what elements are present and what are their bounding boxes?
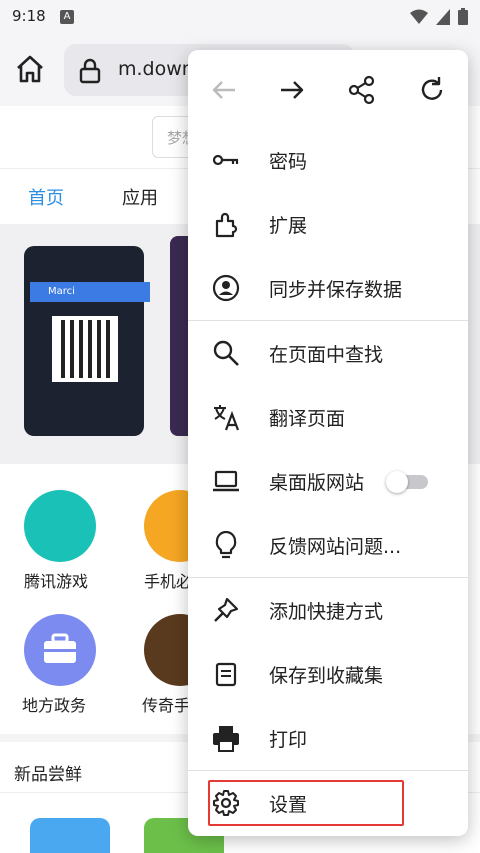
menu-label: 桌面版网站 — [269, 472, 365, 494]
menu-label: 保存到收藏集 — [269, 665, 384, 687]
pin-icon — [214, 597, 239, 622]
browser-menu: 密码 扩展 同步并保存数据 在页面中查找 翻译页面 桌面版网站 反馈网站问题..… — [188, 50, 468, 836]
menu-item-add-shortcut[interactable]: 添加快捷方式 — [188, 578, 468, 642]
menu-nav-row — [188, 50, 468, 130]
new-app-icon-1[interactable] — [30, 818, 110, 853]
home-button[interactable] — [14, 54, 50, 86]
status-time: 9:18 — [12, 7, 46, 25]
menu-label: 在页面中查找 — [269, 344, 384, 366]
app-label-local-government: 地方政务 — [22, 696, 87, 715]
laptop-icon — [213, 470, 239, 492]
lock-icon — [79, 58, 101, 84]
menu-item-desktop-site[interactable]: 桌面版网站 — [188, 449, 468, 513]
search-icon — [213, 340, 239, 366]
banner-phone-image: Marci — [24, 246, 150, 436]
menu-item-sync[interactable]: 同步并保存数据 — [188, 256, 468, 320]
menu-label: 添加快捷方式 — [269, 601, 384, 623]
battery-icon — [458, 8, 468, 25]
banner-name: Marci — [30, 282, 150, 302]
menu-item-find-in-page[interactable]: 在页面中查找 — [188, 321, 468, 385]
desktop-site-toggle[interactable] — [386, 471, 428, 493]
forward-icon[interactable] — [276, 74, 308, 106]
key-icon — [212, 154, 239, 166]
menu-label: 同步并保存数据 — [269, 279, 403, 301]
puzzle-icon — [215, 212, 238, 238]
menu-item-save-to-collection[interactable]: 保存到收藏集 — [188, 642, 468, 706]
menu-label: 打印 — [269, 729, 308, 751]
menu-label: 翻译页面 — [269, 408, 346, 430]
refresh-icon[interactable] — [416, 74, 448, 106]
menu-item-print[interactable]: 打印 — [188, 706, 468, 770]
menu-item-extensions[interactable]: 扩展 — [188, 192, 468, 256]
qr-code-image — [52, 316, 118, 382]
url-text: m.down — [118, 58, 194, 80]
briefcase-app-icon[interactable] — [24, 614, 96, 686]
back-icon[interactable] — [208, 74, 240, 106]
tab-home[interactable]: 首页 — [28, 184, 64, 210]
menu-label: 反馈网站问题... — [269, 536, 402, 558]
tencent-games-app-icon[interactable] — [24, 490, 96, 562]
wifi-icon — [410, 9, 428, 24]
menu-item-passwords[interactable]: 密码 — [188, 128, 468, 192]
home-icon — [17, 55, 43, 83]
briefcase-icon — [44, 633, 76, 663]
app-label-tencent-games: 腾讯游戏 — [24, 572, 89, 591]
collection-icon — [215, 662, 237, 687]
notification-icon: A — [60, 10, 74, 24]
share-icon[interactable] — [346, 74, 378, 106]
lightbulb-icon — [215, 531, 237, 559]
status-bar: 9:18 A — [0, 0, 480, 34]
translate-icon — [214, 405, 240, 431]
menu-item-translate[interactable]: 翻译页面 — [188, 385, 468, 449]
app-label-legend-game: 传奇手 — [142, 696, 191, 715]
menu-item-report-site-issue[interactable]: 反馈网站问题... — [188, 513, 468, 577]
menu-label: 扩展 — [269, 215, 308, 237]
menu-label: 密码 — [269, 151, 308, 173]
printer-icon — [213, 726, 239, 752]
tab-apps[interactable]: 应用 — [122, 184, 158, 210]
settings-highlight-box — [208, 780, 404, 826]
account-icon — [212, 274, 240, 302]
section-title: 新品尝鲜 — [14, 765, 82, 785]
app-label-phone-essentials: 手机必 — [144, 572, 193, 591]
signal-icon — [436, 8, 450, 25]
